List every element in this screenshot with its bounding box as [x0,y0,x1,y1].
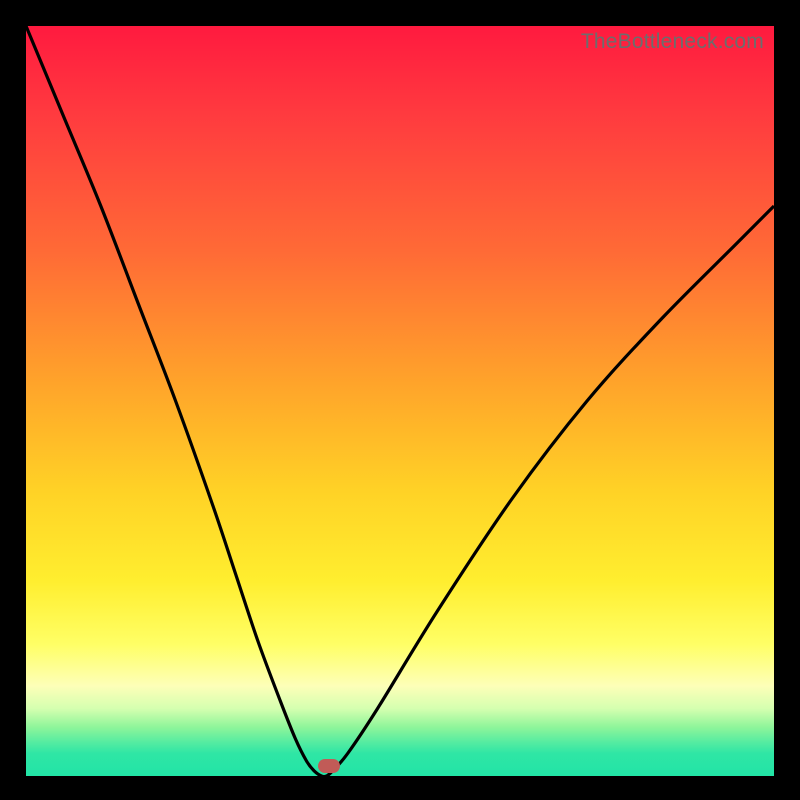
chart-frame: TheBottleneck.com [0,0,800,800]
optimum-marker [318,759,340,773]
curve-layer [26,26,774,776]
bottleneck-curve-path [26,26,774,776]
plot-area: TheBottleneck.com [26,26,774,776]
